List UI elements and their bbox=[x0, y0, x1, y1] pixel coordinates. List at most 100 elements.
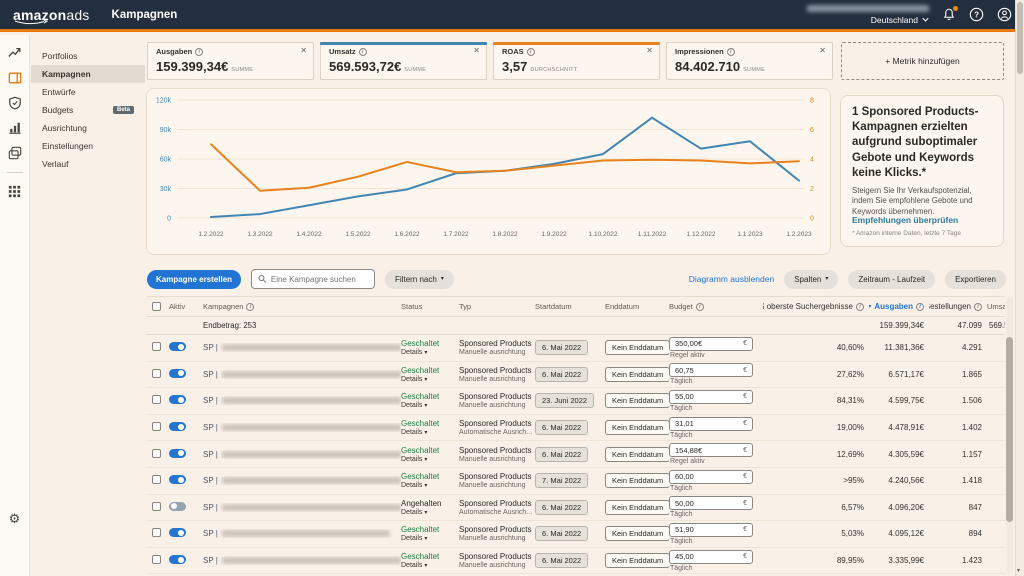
select-all-checkbox[interactable] bbox=[152, 302, 161, 311]
info-icon[interactable]: i bbox=[527, 48, 535, 56]
col-ausgaben-sorted[interactable]: ▾Ausgabeni bbox=[869, 302, 929, 311]
row-checkbox[interactable] bbox=[152, 555, 161, 564]
row-checkbox[interactable] bbox=[152, 475, 161, 484]
budget-input[interactable]: 51,90€ bbox=[669, 523, 753, 537]
amazon-ads-logo[interactable]: amazonads bbox=[13, 7, 90, 23]
help-button[interactable]: ? bbox=[969, 7, 984, 22]
export-button[interactable]: Exportieren bbox=[945, 270, 1006, 289]
row-checkbox[interactable] bbox=[152, 502, 161, 511]
budget-input[interactable]: 55,00€ bbox=[669, 390, 753, 404]
col-is-oberste-suchergebnisse[interactable]: IS oberste Suchergebnissei bbox=[763, 302, 869, 311]
col-budget[interactable]: Budgeti bbox=[669, 302, 763, 311]
end-date-button[interactable]: Kein Enddatum bbox=[605, 340, 669, 355]
budget-input[interactable]: 60,00€ bbox=[669, 470, 753, 484]
sidebar-item-einstellungen[interactable]: Einstellungen bbox=[31, 137, 145, 155]
brand-safety-icon[interactable] bbox=[8, 96, 22, 110]
budget-input[interactable]: 45,00€ bbox=[669, 550, 753, 564]
budget-input[interactable]: 154,88€€ bbox=[669, 443, 753, 457]
date-range-button[interactable]: Zeitraum - Laufzeit bbox=[848, 270, 935, 289]
apps-grid-icon[interactable] bbox=[8, 185, 21, 198]
metric-card-umsatz[interactable]: ✕ Umsatzi 569.593,72€SUMME bbox=[320, 42, 487, 80]
campaign-active-toggle[interactable] bbox=[169, 369, 186, 378]
start-date-button[interactable]: 6. Mai 2022 bbox=[535, 526, 588, 541]
row-checkbox[interactable] bbox=[152, 369, 161, 378]
table-scrollbar-thumb[interactable] bbox=[1006, 337, 1013, 522]
row-checkbox[interactable] bbox=[152, 449, 161, 458]
details-toggle[interactable]: Details ▾ bbox=[401, 562, 459, 569]
end-date-button[interactable]: Kein Enddatum bbox=[605, 473, 669, 488]
start-date-button[interactable]: 6. Mai 2022 bbox=[535, 340, 588, 355]
end-date-button[interactable]: Kein Enddatum bbox=[605, 367, 669, 382]
metric-card-ausgaben[interactable]: ✕ Ausgabeni 159.399,34€SUMME bbox=[147, 42, 314, 80]
start-date-button[interactable]: 6. Mai 2022 bbox=[535, 500, 588, 515]
page-scrollbar[interactable]: ▾ bbox=[1015, 0, 1024, 576]
details-toggle[interactable]: Details ▾ bbox=[401, 456, 459, 463]
close-icon[interactable]: ✕ bbox=[819, 46, 826, 55]
end-date-button[interactable]: Kein Enddatum bbox=[605, 420, 669, 435]
start-date-button[interactable]: 6. Mai 2022 bbox=[535, 553, 588, 568]
details-toggle[interactable]: Details ▾ bbox=[401, 509, 459, 516]
sidebar-item-ausrichtung[interactable]: Ausrichtung bbox=[31, 119, 145, 137]
info-icon[interactable]: i bbox=[359, 48, 367, 56]
row-checkbox[interactable] bbox=[152, 422, 161, 431]
col-aktiv[interactable]: Aktiv bbox=[169, 302, 203, 311]
info-icon[interactable]: i bbox=[246, 303, 254, 311]
sidebar-item-entwuerfe[interactable]: Entwürfe bbox=[31, 83, 145, 101]
create-campaign-button[interactable]: Kampagne erstellen bbox=[147, 270, 241, 289]
campaign-name-redacted[interactable] bbox=[222, 397, 401, 404]
sidebar-item-budgets[interactable]: BudgetsBeta bbox=[31, 101, 145, 119]
row-checkbox[interactable] bbox=[152, 342, 161, 351]
col-typ[interactable]: Typ bbox=[459, 302, 535, 311]
account-switcher[interactable]: Deutschland bbox=[807, 5, 929, 25]
campaign-name-redacted[interactable] bbox=[222, 371, 401, 378]
info-icon[interactable]: i bbox=[974, 303, 982, 311]
start-date-button[interactable]: 6. Mai 2022 bbox=[535, 447, 588, 462]
info-icon[interactable]: i bbox=[856, 303, 864, 311]
end-date-button[interactable]: Kein Enddatum bbox=[605, 526, 669, 541]
details-toggle[interactable]: Details ▾ bbox=[401, 535, 459, 542]
col-enddatum[interactable]: Enddatum bbox=[605, 302, 669, 311]
budget-input[interactable]: 60,75€ bbox=[669, 363, 753, 377]
info-icon[interactable]: i bbox=[727, 48, 735, 56]
columns-button[interactable]: Spalten▾ bbox=[784, 270, 838, 289]
start-date-button[interactable]: 7. Mai 2022 bbox=[535, 473, 588, 488]
campaign-name-redacted[interactable] bbox=[222, 504, 401, 511]
end-date-button[interactable]: Kein Enddatum bbox=[605, 553, 669, 568]
sidebar-item-portfolios[interactable]: Portfolios bbox=[31, 47, 145, 65]
budget-input[interactable]: 31,01€ bbox=[669, 417, 753, 431]
row-checkbox[interactable] bbox=[152, 528, 161, 537]
end-date-button[interactable]: Kein Enddatum bbox=[605, 500, 669, 515]
end-date-button[interactable]: Kein Enddatum bbox=[605, 393, 669, 408]
info-icon[interactable]: i bbox=[696, 303, 704, 311]
campaigns-icon[interactable] bbox=[8, 71, 22, 85]
campaign-name-redacted[interactable] bbox=[222, 344, 401, 351]
campaign-active-toggle[interactable] bbox=[169, 422, 186, 431]
metric-card-impressionen[interactable]: ✕ Impressioneni 84.402.710SUMME bbox=[666, 42, 833, 80]
scroll-down-arrow-icon[interactable]: ▾ bbox=[1017, 567, 1020, 574]
details-toggle[interactable]: Details ▾ bbox=[401, 429, 459, 436]
col-bestellungen[interactable]: Bestellungeni bbox=[929, 302, 987, 311]
col-startdatum[interactable]: Startdatum bbox=[535, 302, 605, 311]
campaign-active-toggle[interactable] bbox=[169, 528, 186, 537]
sidebar-item-verlauf[interactable]: Verlauf bbox=[31, 155, 145, 173]
close-icon[interactable]: ✕ bbox=[300, 46, 307, 55]
page-scrollbar-thumb[interactable] bbox=[1017, 2, 1023, 74]
filter-by-button[interactable]: Filtern nach▾ bbox=[385, 270, 454, 289]
start-date-button[interactable]: 23. Juni 2022 bbox=[535, 393, 594, 408]
info-icon[interactable]: i bbox=[916, 303, 924, 311]
metric-card-roas[interactable]: ✕ ROASi 3,57DURCHSCHNITT bbox=[493, 42, 660, 80]
campaign-name-redacted[interactable] bbox=[222, 424, 401, 431]
budget-input[interactable]: 50,00€ bbox=[669, 496, 753, 510]
table-scrollbar[interactable] bbox=[1006, 297, 1013, 573]
info-icon[interactable]: i bbox=[195, 48, 203, 56]
add-metric-button[interactable]: + Metrik hinzufügen bbox=[841, 42, 1004, 80]
campaign-active-toggle[interactable] bbox=[169, 502, 186, 511]
details-toggle[interactable]: Details ▾ bbox=[401, 482, 459, 489]
campaign-name-redacted[interactable] bbox=[222, 477, 401, 484]
details-toggle[interactable]: Details ▾ bbox=[401, 402, 459, 409]
col-status[interactable]: Status bbox=[401, 302, 459, 311]
close-icon[interactable]: ✕ bbox=[473, 46, 480, 55]
campaign-search[interactable] bbox=[251, 269, 375, 289]
campaign-name-redacted[interactable] bbox=[222, 557, 401, 564]
reports-icon[interactable] bbox=[8, 121, 22, 135]
